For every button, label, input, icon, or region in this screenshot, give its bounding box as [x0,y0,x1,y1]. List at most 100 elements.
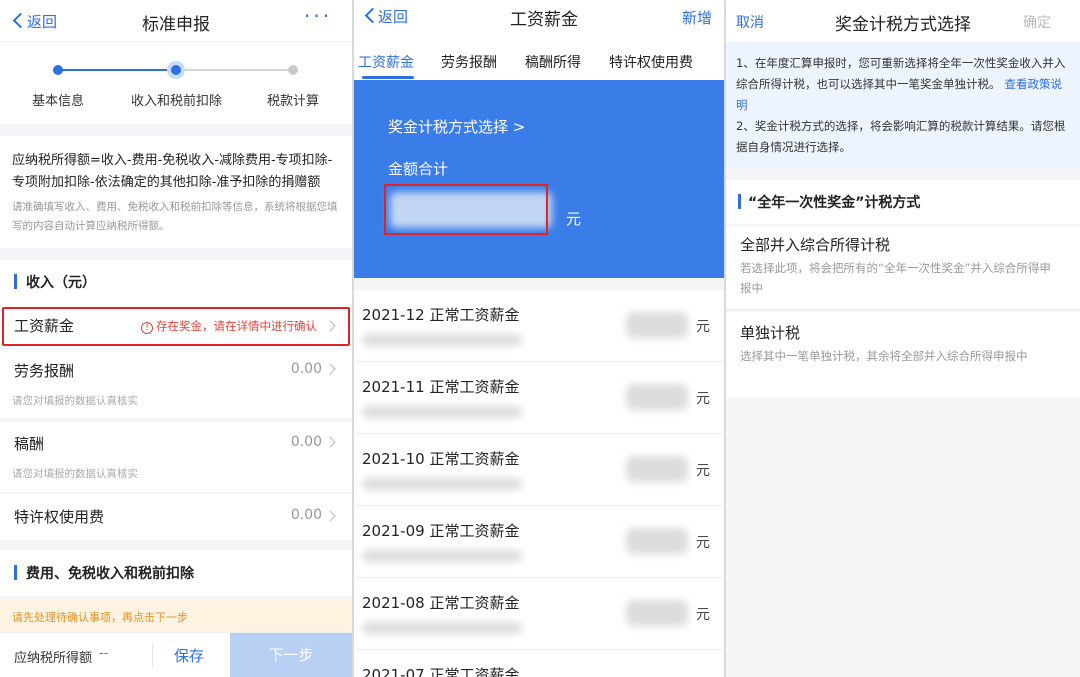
step-dot-current [171,65,181,75]
bonus-method-screen: 取消 奖金计税方式选择 确定 1、在年度汇算申报时，您可重新选择将全年一次性奖金… [726,0,1080,677]
item-title: 2021-08 正常工资薪金 [362,594,520,612]
add-button[interactable]: 新增 [682,7,712,28]
next-step-button[interactable]: 下一步 [230,633,352,677]
section-accent-bar [14,565,17,580]
list-item[interactable]: 2021-11 正常工资薪金 元 [354,362,724,434]
option-desc: 若选择此项，将会把所有的“全年一次性奖金”并入综合所得申报中 [740,261,1051,295]
income-row-labor[interactable]: 劳务报酬 0.00 请您对填报的数据认真核实 [0,350,352,418]
blurred-detail [362,334,522,346]
income-section-title: 收入（元） [26,275,96,291]
row-note: 请您对填报的数据认真核实 [12,468,138,480]
summary-banner: 奖金计税方式选择 > 金额合计 元 [354,80,724,278]
taxable-income-label: 应纳税所得额 [14,651,93,666]
blurred-amount [626,312,688,338]
step-label-income: 收入和税前扣除 [131,94,223,109]
highlight-box [384,184,548,235]
row-note: 请您对填报的数据认真核实 [12,395,138,407]
step-label-tax-calc: 税款计算 [267,94,320,109]
step-label-basic-info: 基本信息 [32,94,85,109]
formula-text: 应纳税所得额=收入-费用-免税收入-减除费用-专项扣除-专项附加扣除-依法确定的… [12,153,333,190]
total-unit: 元 [566,210,582,228]
list-item[interactable]: 2021-12 正常工资薪金 元 [354,290,724,362]
bonus-method-link[interactable]: 奖金计税方式选择 > [388,116,525,137]
option-title: 单独计税 [740,324,801,342]
income-section-header: 收入（元） [0,260,352,304]
item-title: 2021-12 正常工资薪金 [362,306,520,324]
blurred-detail [362,406,522,418]
formula-note: 请准确填写收入、费用、免税收入和税前扣除等信息，系统将根据您填写的内容自动计算应… [12,201,338,232]
nav-bar: 取消 奖金计税方式选择 确定 [726,0,1080,42]
row-value: 0.00 [290,361,322,377]
step-dot-done [53,65,63,75]
income-row-royalty-writing[interactable]: 稿酬 0.00 请您对填报的数据认真核实 [0,422,352,492]
bottom-divider [152,643,153,668]
deduction-section-header: 费用、免税收入和税前扣除 [0,550,352,596]
progress-line-todo [176,69,293,71]
row-label: 稿酬 [14,435,45,453]
blurred-amount [626,600,688,626]
standard-declaration-screen: 返回 标准申报 ··· 基本信息 收入和税前扣除 税款计算 应纳税所得额=收入-… [0,0,352,677]
tab-salary[interactable]: 工资薪金 [358,52,414,72]
item-unit: 元 [696,607,710,623]
step-dot-todo [288,65,298,75]
list-item[interactable]: 2021-07 正常工资薪金 [354,650,724,677]
formula-card: 应纳税所得额=收入-费用-免税收入-减除费用-专项扣除-专项附加扣除-依法确定的… [0,136,352,248]
tab-writing[interactable]: 稿酬所得 [525,52,581,72]
highlight-box [2,307,350,346]
active-tab-indicator [362,76,414,79]
page-title: 奖金计税方式选择 [835,15,971,35]
blurred-amount [626,528,688,554]
section-accent-bar [738,194,741,209]
option-title: 全部并入综合所得计税 [740,236,891,254]
blurred-detail [362,622,522,634]
list-item[interactable]: 2021-08 正常工资薪金 元 [354,578,724,650]
tab-labor[interactable]: 劳务报酬 [441,52,497,72]
total-label: 金额合计 [388,160,449,178]
blurred-amount [626,384,688,410]
option-separate[interactable]: 单独计税 选择其中一笔单独计税，其余将全部并入综合所得申报中 [726,312,1080,398]
progress-line-done [58,69,176,71]
list-item[interactable]: 2021-10 正常工资薪金 元 [354,434,724,506]
item-title: 2021-07 正常工资薪金 [362,666,520,677]
back-chevron-icon[interactable] [12,12,29,29]
pending-notice: 请先处理待确认事项，再点击下一步 [0,600,352,632]
list-item[interactable]: 2021-09 正常工资薪金 元 [354,506,724,578]
blurred-detail [362,550,522,562]
item-unit: 元 [696,535,710,551]
progress-steps: 基本信息 收入和税前扣除 税款计算 [0,42,352,124]
option-combined[interactable]: 全部并入综合所得计税 若选择此项，将会把所有的“全年一次性奖金”并入综合所得申报… [726,226,1080,310]
save-button[interactable]: 保存 [174,645,204,666]
info-notice: 1、在年度汇算申报时，您可重新选择将全年一次性奖金收入并入综合所得计税，也可以选… [726,42,1080,168]
taxable-income-value: -- [99,646,109,661]
blurred-amount [626,456,688,482]
tab-franchise[interactable]: 特许权使用费 [609,52,693,72]
chevron-right-icon [324,436,336,448]
page-title: 工资薪金 [510,10,578,30]
list-spacer [354,278,724,290]
method-section-title: “全年一次性奖金”计税方式 [748,195,921,211]
item-title: 2021-09 正常工资薪金 [362,522,520,540]
page-title: 标准申报 [142,15,210,35]
item-title: 2021-10 正常工资薪金 [362,450,520,468]
nav-bar: 返回 标准申报 ··· [0,0,352,42]
item-title: 2021-11 正常工资薪金 [362,378,520,396]
item-unit: 元 [696,463,710,479]
back-button[interactable]: 返回 [27,11,57,32]
cancel-button[interactable]: 取消 [736,12,764,32]
salary-list-screen: 返回 工资薪金 新增 工资薪金 劳务报酬 稿酬所得 特许权使用费 奖金计税方式选… [354,0,724,677]
nav-bar: 返回 工资薪金 新增 [354,0,724,42]
chevron-right-icon [324,510,336,522]
row-value: 0.00 [290,507,322,523]
chevron-right-icon [324,363,336,375]
more-dots-icon[interactable]: ··· [304,4,332,28]
item-unit: 元 [696,319,710,335]
option-desc: 选择其中一笔单独计税，其余将全部并入综合所得申报中 [740,349,1028,363]
item-unit: 元 [696,391,710,407]
deduction-section-title: 费用、免税收入和税前扣除 [26,566,194,582]
confirm-button[interactable]: 确定 [1023,12,1051,32]
back-button[interactable]: 返回 [378,6,408,27]
method-section-header: “全年一次性奖金”计税方式 [726,180,1080,224]
income-row-franchise[interactable]: 特许权使用费 0.00 [0,494,352,540]
row-label: 特许权使用费 [14,508,105,526]
row-value: 0.00 [290,434,322,450]
